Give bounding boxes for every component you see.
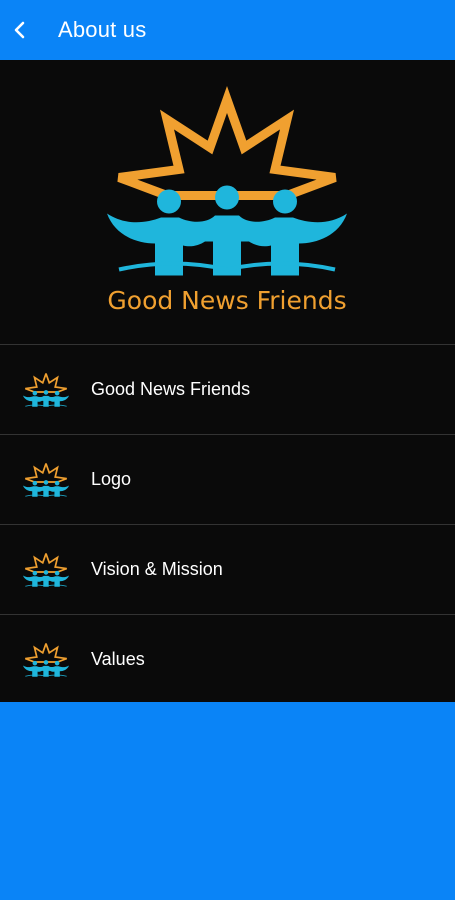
menu-item-label: Values — [91, 649, 145, 669]
back-button[interactable] — [2, 0, 38, 60]
app-bar: About us — [0, 0, 455, 60]
page-title: About us — [58, 17, 147, 42]
logo-text: Good News Friends — [107, 286, 346, 315]
menu-item-good-news-friends[interactable]: Good News Friends — [0, 345, 455, 435]
gnf-logo-icon — [23, 367, 69, 413]
menu-item-label: Logo — [91, 469, 132, 489]
about-menu: Good News Friends Logo Vision & Mission … — [0, 345, 455, 704]
gnf-logo-icon: Good News Friends — [105, 85, 350, 315]
menu-item-label: Vision & Mission — [91, 559, 223, 579]
gnf-logo-icon — [23, 547, 69, 593]
menu-item-logo[interactable]: Logo — [0, 435, 455, 525]
gnf-logo-icon — [23, 457, 69, 503]
chevron-left-icon — [14, 21, 25, 39]
menu-item-label: Good News Friends — [91, 379, 251, 399]
content-panel: Good News Friends Good News Friends Logo… — [0, 60, 455, 702]
gnf-logo-icon — [23, 637, 69, 683]
menu-item-values[interactable]: Values — [0, 615, 455, 704]
menu-item-vision-mission[interactable]: Vision & Mission — [0, 525, 455, 615]
hero-logo: Good News Friends — [0, 60, 455, 345]
